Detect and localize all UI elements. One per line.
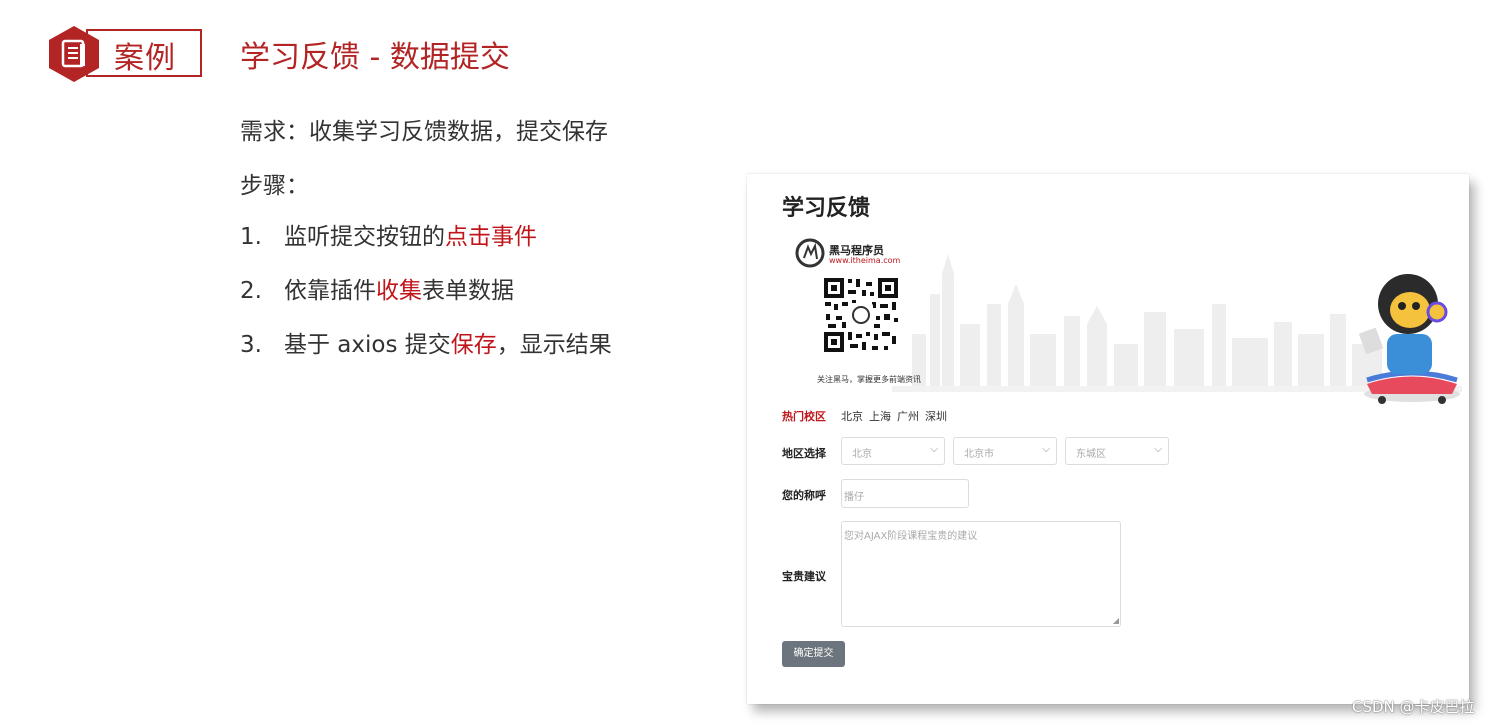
- step-text: 监听提交按钮的: [284, 224, 445, 250]
- nickname-input[interactable]: 播仔: [841, 479, 969, 508]
- step-highlight: 保存: [450, 332, 497, 358]
- hot-campus-label: 热门校区: [782, 410, 826, 423]
- chevron-down-icon: ⌵: [1154, 444, 1162, 455]
- step-text-tail: ，显示结果: [496, 332, 612, 358]
- district-select[interactable]: 东城区 ⌵: [1065, 437, 1169, 465]
- itheima-logo-icon: [795, 238, 825, 268]
- province-value: 北京: [852, 449, 872, 460]
- watermark: CSDN @卡皮巴拉: [1352, 698, 1475, 716]
- campus-link[interactable]: 上海: [869, 410, 891, 423]
- brand-url: www.itheima.com: [829, 256, 901, 265]
- step-number: 1.: [240, 224, 262, 250]
- region-label: 地区选择: [782, 447, 826, 460]
- step-text: 基于 axios 提交: [284, 332, 451, 358]
- step-text-tail: 表单数据: [422, 278, 514, 304]
- campus-link[interactable]: 深圳: [925, 410, 947, 423]
- campus-link[interactable]: 北京: [841, 410, 863, 423]
- step-item: 2. 依靠插件收集表单数据: [240, 274, 612, 328]
- chevron-down-icon: ⌵: [1042, 444, 1050, 455]
- city-select[interactable]: 北京市 ⌵: [953, 437, 1057, 465]
- advice-label: 宝贵建议: [782, 570, 826, 583]
- mascot-illustration: [1358, 274, 1460, 404]
- requirement-text: 需求：收集学习反馈数据，提交保存: [240, 119, 608, 145]
- province-select[interactable]: 北京 ⌵: [841, 437, 945, 465]
- step-highlight: 点击事件: [445, 224, 537, 250]
- feedback-form-screenshot: 学习反馈 黑马程序员 www.itheima.com 关注黑马，掌握更多前端资讯…: [747, 174, 1469, 704]
- slide-title: 学习反馈 - 数据提交: [240, 40, 510, 75]
- document-icon: [49, 26, 99, 82]
- step-highlight: 收集: [376, 278, 422, 304]
- step-item: 3. 基于 axios 提交保存，显示结果: [240, 328, 612, 382]
- advice-textarea[interactable]: 您对AJAX阶段课程宝贵的建议 ◢: [841, 521, 1121, 627]
- step-number: 3.: [240, 332, 262, 358]
- step-text: 依靠插件: [284, 278, 376, 304]
- chevron-down-icon: ⌵: [930, 444, 938, 455]
- nickname-placeholder: 播仔: [844, 492, 864, 503]
- district-value: 东城区: [1076, 449, 1106, 460]
- resize-handle-icon[interactable]: ◢: [1113, 616, 1119, 625]
- nickname-label: 您的称呼: [782, 489, 826, 502]
- campus-link[interactable]: 广州: [897, 410, 919, 423]
- step-number: 2.: [240, 278, 262, 304]
- hot-campus-list: 北京 上海 广州 深圳: [841, 408, 953, 424]
- advice-placeholder: 您对AJAX阶段课程宝贵的建议: [844, 531, 978, 542]
- step-item: 1. 监听提交按钮的点击事件: [240, 220, 612, 274]
- qr-caption: 关注黑马，掌握更多前端资讯: [817, 375, 921, 384]
- case-badge: 案例: [44, 26, 204, 82]
- city-value: 北京市: [964, 449, 994, 460]
- submit-button[interactable]: 确定提交: [782, 641, 845, 667]
- steps-label: 步骤：: [240, 173, 309, 199]
- case-badge-label: 案例: [114, 41, 176, 76]
- form-title: 学习反馈: [782, 196, 871, 221]
- qr-code-icon: [822, 276, 900, 354]
- steps-list: 1. 监听提交按钮的点击事件 2. 依靠插件收集表单数据 3. 基于 axios 提交…: [240, 220, 612, 382]
